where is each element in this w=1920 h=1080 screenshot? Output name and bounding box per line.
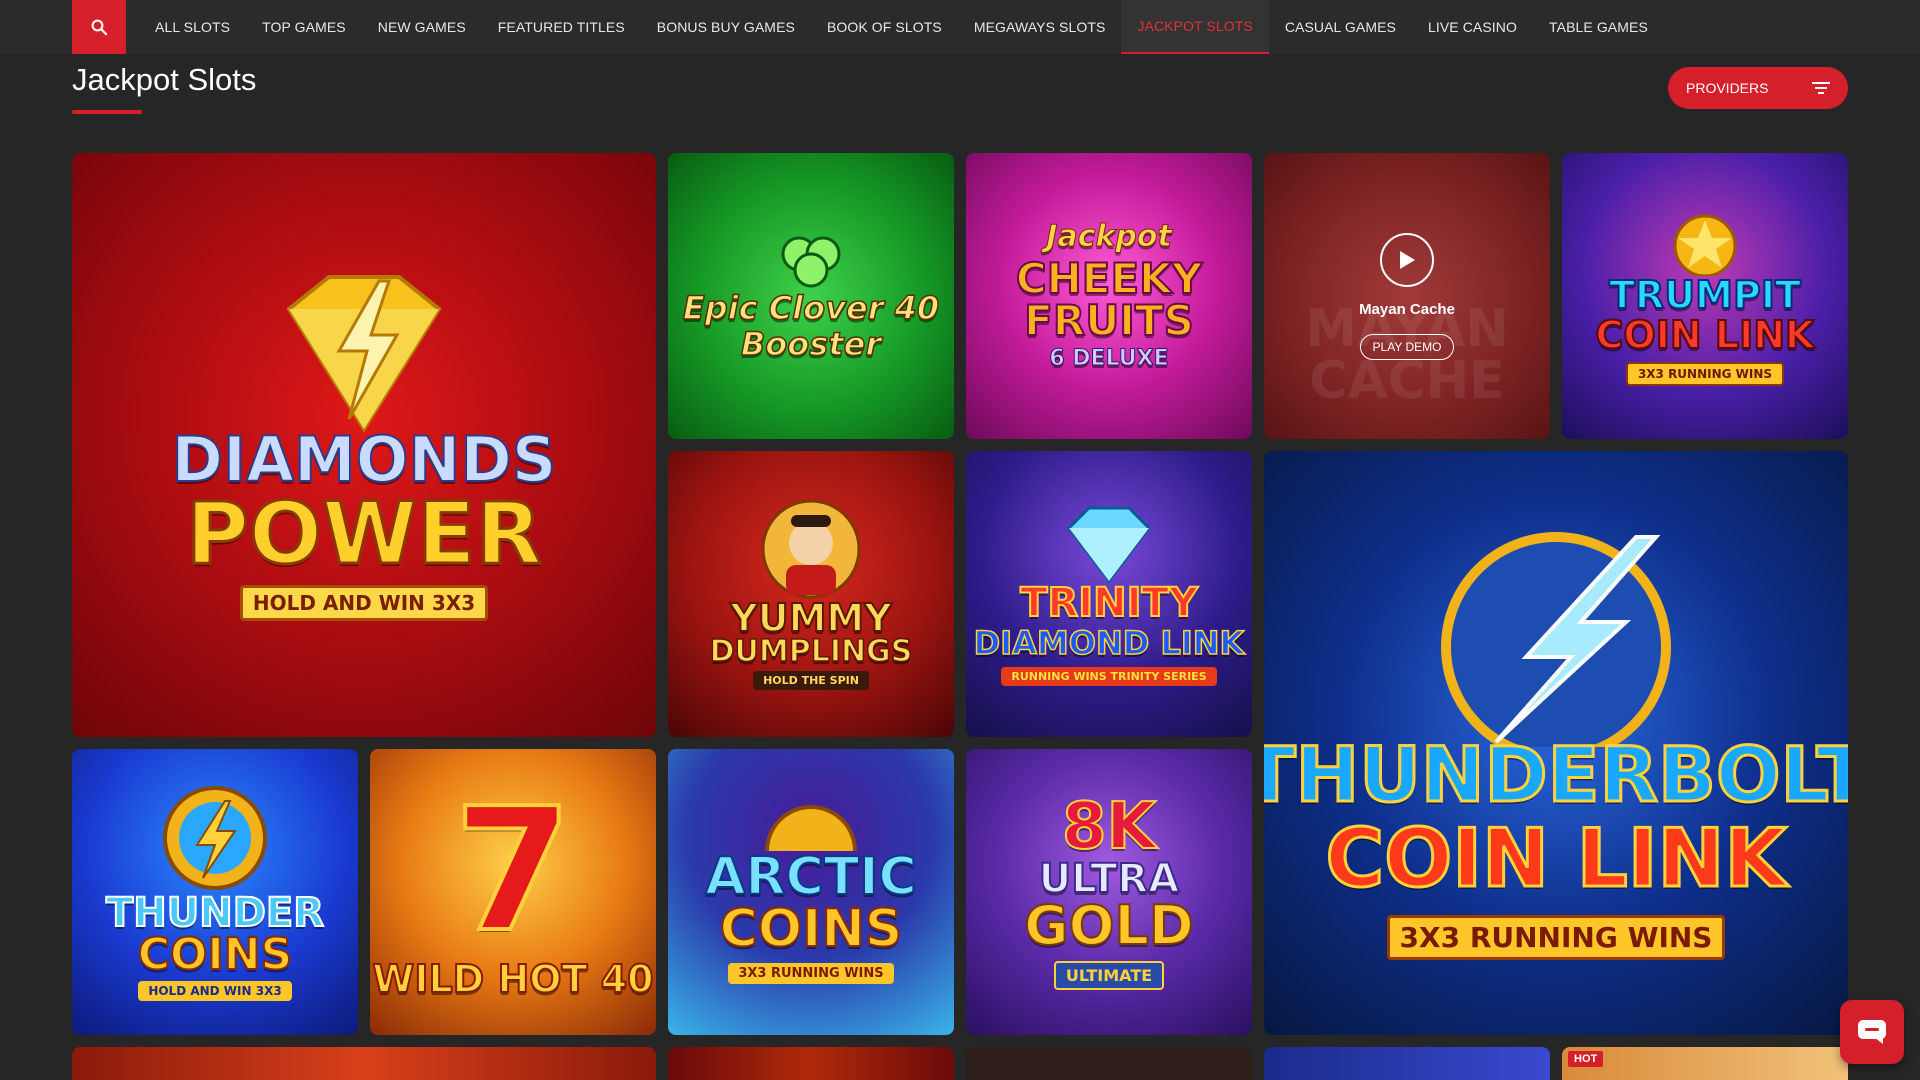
- game-title-line2: ULTRA: [1038, 855, 1180, 902]
- diamond-icon: [1067, 506, 1151, 583]
- filter-icon: [1812, 82, 1830, 94]
- game-title-line2: Booster: [740, 325, 882, 363]
- lightning-bolt-icon: [1441, 531, 1671, 747]
- page-title: Jackpot Slots: [72, 62, 257, 97]
- tab-book-of-slots[interactable]: BOOK OF SLOTS: [811, 0, 958, 54]
- providers-button[interactable]: PROVIDERS: [1668, 67, 1848, 109]
- game-tile-mayan-cache[interactable]: MAYAN CACHE Mayan Cache PLAY DEMO: [1264, 153, 1550, 439]
- game-title-line2: DIAMOND LINK: [973, 623, 1245, 662]
- search-icon: [91, 19, 108, 36]
- clover-icon: [781, 236, 841, 288]
- game-tile-thunder-coins[interactable]: THUNDER COINS HOLD AND WIN 3X3: [72, 749, 358, 1035]
- game-title-line1: YUMMY: [729, 595, 893, 640]
- game-tile-partial-3[interactable]: [966, 1047, 1252, 1080]
- game-tile-yummy-dumplings[interactable]: YUMMY DUMPLINGS HOLD THE SPIN: [668, 451, 954, 737]
- lightning-coin-icon: [163, 786, 267, 890]
- coin-icon: [765, 804, 857, 851]
- tab-live-casino[interactable]: LIVE CASINO: [1412, 0, 1533, 54]
- game-tile-wild-hot-40[interactable]: 7 WILD HOT 40: [370, 749, 656, 1035]
- game-title-line1: Epic Clover 40: [682, 289, 940, 327]
- game-tile-arctic-coins[interactable]: ARCTIC COINS 3X3 RUNNING WINS: [668, 749, 954, 1035]
- game-title-line2: POWER: [185, 484, 544, 584]
- title-underline: [72, 110, 142, 114]
- play-icon: [1400, 250, 1415, 269]
- providers-label: PROVIDERS: [1686, 80, 1769, 96]
- game-title-line1: 7: [452, 772, 574, 970]
- game-title-line2: FRUITS: [1023, 296, 1195, 345]
- star-coin-icon: [1673, 214, 1737, 276]
- game-tile-trinity-diamond-link[interactable]: TRINITY DIAMOND LINK RUNNING WINS TRINIT…: [966, 451, 1252, 737]
- game-subtitle: ULTIMATE: [1053, 960, 1165, 990]
- game-title-line1: ARCTIC: [704, 846, 917, 907]
- tab-table-games[interactable]: TABLE GAMES: [1533, 0, 1664, 54]
- game-tile-partial-1[interactable]: [72, 1047, 656, 1080]
- game-title-line2: COIN LINK: [1595, 313, 1816, 357]
- chat-icon: [1858, 1020, 1886, 1044]
- tab-megaways-slots[interactable]: MEGAWAYS SLOTS: [958, 0, 1122, 54]
- game-subtitle: RUNNING WINS TRINITY SERIES: [1001, 666, 1217, 686]
- game-title-line1: TRINITY: [1019, 579, 1199, 626]
- game-subtitle: 3X3 RUNNING WINS: [1386, 914, 1726, 960]
- chef-character-icon: [761, 499, 861, 598]
- play-button[interactable]: [1380, 232, 1434, 287]
- game-title-line0: Jackpot: [1046, 219, 1173, 254]
- game-tile-partial-5[interactable]: HOT: [1562, 1047, 1848, 1080]
- game-tile-partial-4[interactable]: [1264, 1047, 1550, 1080]
- game-title-line3: GOLD: [1023, 893, 1194, 957]
- game-title-line1: THUNDER: [105, 890, 325, 936]
- game-tile-diamonds-power[interactable]: DIAMONDS POWER HOLD AND WIN 3X3: [72, 153, 656, 737]
- game-title-line1: DIAMONDS: [171, 423, 558, 496]
- game-title-line1: TRUMPIT: [1608, 273, 1802, 317]
- hot-badge: HOT: [1568, 1051, 1604, 1067]
- tab-top-games[interactable]: TOP GAMES: [246, 0, 362, 54]
- game-tile-trumpit-coin-link[interactable]: TRUMPIT COIN LINK 3X3 RUNNING WINS: [1562, 153, 1848, 439]
- tab-new-games[interactable]: NEW GAMES: [362, 0, 482, 54]
- game-subtitle: HOLD THE SPIN: [753, 670, 869, 690]
- game-tile-cheeky-fruits[interactable]: Jackpot CHEEKY FRUITS 6 DELUXE: [966, 153, 1252, 439]
- game-title-line1: 8K: [1061, 789, 1157, 864]
- game-subtitle: HOLD AND WIN 3X3: [138, 981, 292, 1001]
- tab-bonus-buy-games[interactable]: BONUS BUY GAMES: [641, 0, 811, 54]
- game-title-line2: WILD HOT 40: [371, 957, 654, 1001]
- game-tile-epic-clover-booster[interactable]: Epic Clover 40 Booster: [668, 153, 954, 439]
- top-navigation: ALL SLOTS TOP GAMES NEW GAMES FEATURED T…: [0, 0, 1920, 54]
- search-button[interactable]: [72, 0, 126, 54]
- game-title-line2: DUMPLINGS: [709, 633, 913, 669]
- game-background-title: MAYAN CACHE: [1305, 299, 1509, 411]
- game-title-line1: THUNDERBOLT: [1264, 729, 1848, 819]
- lightning-diamond-icon: [286, 275, 442, 433]
- tab-all-slots[interactable]: ALL SLOTS: [139, 0, 246, 54]
- tab-featured-titles[interactable]: FEATURED TITLES: [482, 0, 641, 54]
- game-subtitle: 3X3 RUNNING WINS: [1625, 362, 1785, 386]
- game-subtitle: 6 DELUXE: [1049, 346, 1169, 371]
- game-tile-partial-2[interactable]: [668, 1047, 954, 1080]
- game-title-line2: COINS: [137, 929, 294, 980]
- game-subtitle: 3X3 RUNNING WINS: [728, 962, 894, 984]
- game-tile-thunderbolt-coin-link[interactable]: THUNDERBOLT COIN LINK 3X3 RUNNING WINS: [1264, 451, 1848, 1035]
- tab-casual-games[interactable]: CASUAL GAMES: [1269, 0, 1412, 54]
- game-tile-8k-ultra-gold[interactable]: 8K ULTRA GOLD ULTIMATE: [966, 749, 1252, 1035]
- game-title-line2: COIN LINK: [1324, 811, 1788, 905]
- category-tabs: ALL SLOTS TOP GAMES NEW GAMES FEATURED T…: [139, 0, 1664, 54]
- chat-button[interactable]: [1840, 1000, 1904, 1064]
- game-title-line2: COINS: [719, 898, 904, 959]
- game-subtitle: HOLD AND WIN 3X3: [239, 585, 489, 621]
- tab-jackpot-slots[interactable]: JACKPOT SLOTS: [1121, 0, 1269, 54]
- game-title-line1: CHEEKY: [1015, 254, 1203, 303]
